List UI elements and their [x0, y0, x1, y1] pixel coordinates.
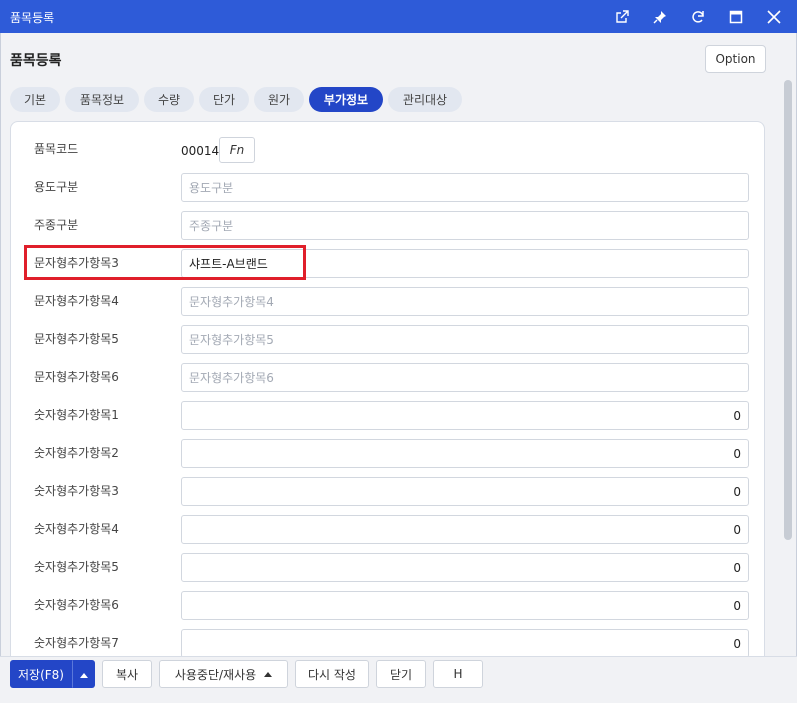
copy-button[interactable]: 복사	[102, 660, 152, 688]
field-label: 숫자형추가항목7	[34, 636, 119, 650]
save-button[interactable]: 저장(F8)	[10, 660, 72, 688]
pin-icon[interactable]	[649, 6, 671, 28]
h-button[interactable]: H	[433, 660, 483, 688]
field-label: 문자형추가항목4	[34, 294, 119, 308]
caret-up-icon	[79, 667, 88, 681]
field-label: 주종구분	[34, 218, 79, 232]
field-label: 숫자형추가항목2	[34, 446, 119, 460]
field-label: 용도구분	[34, 180, 79, 194]
window-titlebar: 품목등록	[0, 0, 797, 33]
field-placeholder: 문자형추가항목5	[189, 333, 274, 347]
external-link-icon[interactable]	[611, 6, 633, 28]
number-extra-field-3[interactable]: 0	[181, 477, 749, 506]
number-extra-field-7[interactable]: 0	[181, 629, 749, 658]
tab-item-info[interactable]: 품목정보	[65, 87, 139, 112]
field-label: 숫자형추가항목5	[34, 560, 119, 574]
item-code-value: 00014	[181, 144, 220, 158]
save-dropdown-button[interactable]	[72, 660, 95, 688]
text-extra-field-4[interactable]: 문자형추가항목4	[181, 287, 749, 316]
page-title: 품목등록	[10, 53, 62, 69]
field-value: 0	[733, 484, 741, 499]
window-title: 품목등록	[10, 11, 55, 25]
close-icon[interactable]	[763, 6, 785, 28]
number-extra-field-5[interactable]: 0	[181, 553, 749, 582]
option-button[interactable]: Option	[705, 45, 766, 73]
tab-cost[interactable]: 원가	[254, 87, 304, 112]
field-label: 문자형추가항목5	[34, 332, 119, 346]
number-extra-field-1[interactable]: 0	[181, 401, 749, 430]
text-extra-field-5[interactable]: 문자형추가항목5	[181, 325, 749, 354]
field-value: 0	[733, 408, 741, 423]
field-label: 숫자형추가항목6	[34, 598, 119, 612]
rewrite-button[interactable]: 다시 작성	[295, 660, 369, 688]
field-placeholder: 주종구분	[189, 219, 234, 233]
field-label: 문자형추가항목6	[34, 370, 119, 384]
tab-unit-price[interactable]: 단가	[199, 87, 249, 112]
tab-basic[interactable]: 기본	[10, 87, 60, 112]
number-extra-field-2[interactable]: 0	[181, 439, 749, 468]
field-placeholder: 문자형추가항목4	[189, 295, 274, 309]
number-extra-field-4[interactable]: 0	[181, 515, 749, 544]
usage-type-field[interactable]: 용도구분	[181, 173, 749, 202]
item-code-label: 품목코드	[34, 142, 79, 156]
scrollbar-thumb[interactable]	[784, 80, 792, 540]
field-label: 숫자형추가항목1	[34, 408, 119, 422]
suspend-reuse-label: 사용중단/재사용	[174, 667, 257, 682]
field-label: 숫자형추가항목3	[34, 484, 119, 498]
field-value: 0	[733, 560, 741, 575]
highlight-box	[24, 245, 306, 280]
refresh-icon[interactable]	[687, 6, 709, 28]
field-label: 숫자형추가항목4	[34, 522, 119, 536]
field-placeholder: 용도구분	[189, 181, 234, 195]
field-value: 0	[733, 598, 741, 613]
close-button[interactable]: 닫기	[376, 660, 426, 688]
maximize-icon[interactable]	[725, 6, 747, 28]
tab-quantity[interactable]: 수량	[144, 87, 194, 112]
fn-button[interactable]: Fn	[219, 137, 255, 163]
field-value: 0	[733, 636, 741, 651]
field-value: 0	[733, 446, 741, 461]
suspend-reuse-button[interactable]: 사용중단/재사용	[159, 660, 288, 688]
tab-additional-info[interactable]: 부가정보	[309, 87, 383, 112]
field-placeholder: 문자형추가항목6	[189, 371, 274, 385]
field-value: 0	[733, 522, 741, 537]
tab-management[interactable]: 관리대상	[388, 87, 462, 112]
number-extra-field-6[interactable]: 0	[181, 591, 749, 620]
caret-up-icon	[264, 671, 273, 677]
text-extra-field-6[interactable]: 문자형추가항목6	[181, 363, 749, 392]
type-category-field[interactable]: 주종구분	[181, 211, 749, 240]
